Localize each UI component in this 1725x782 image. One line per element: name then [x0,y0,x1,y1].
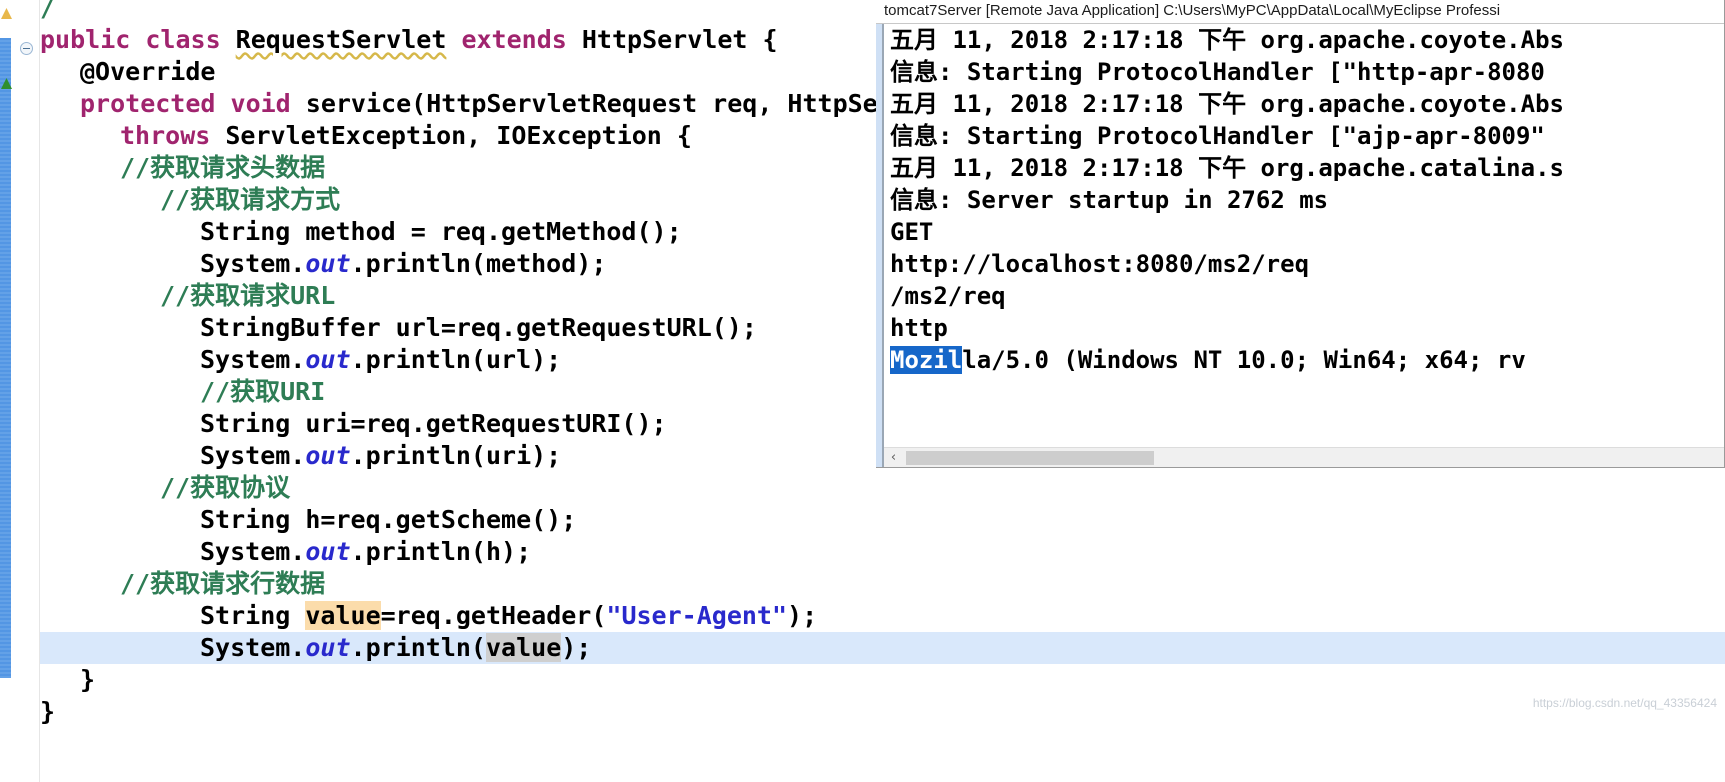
code-token: void [230,89,306,118]
console-line-text: 五月 11, 2018 2:17:18 下午 org.apache.coyote… [890,90,1564,118]
code-token: //获取URI [200,377,326,406]
code-token: String [200,601,306,630]
code-token: .println(h); [350,537,532,566]
console-line[interactable]: Mozilla/5.0 (Windows NT 10.0; Win64; x64… [890,344,1724,376]
console-line[interactable]: 信息: Server startup in 2762 ms [890,184,1724,216]
code-token: //获取请求URL [160,281,336,310]
watermark-text: https://blog.csdn.net/qq_43356424 [1532,696,1717,710]
code-token: out [305,345,351,374]
code-token: String h=req.getScheme(); [200,505,577,534]
code-token: System. [200,249,306,278]
code-token: ); [561,633,592,662]
code-token: .println(url); [350,345,562,374]
code-token: String uri=req.getRequestURI(); [200,409,667,438]
console-line-text: http://localhost:8080/ms2/req [890,250,1310,278]
code-token: //获取请求方式 [160,185,341,214]
code-line[interactable]: } [40,664,1725,696]
code-token: System. [200,633,306,662]
console-line[interactable]: 信息: Starting ProtocolHandler ["ajp-apr-8… [890,120,1724,152]
console-selected-text: Mozil [890,346,963,374]
console-line-text: la/5.0 (Windows NT 10.0; Win64; x64; rv [962,346,1526,374]
code-token: //获取请求头数据 [120,153,326,182]
console-line-text: http [890,314,948,342]
scroll-left-arrow-icon[interactable]: ‹ [887,451,900,465]
console-horizontal-scrollbar[interactable]: ‹ [884,447,1724,467]
code-line[interactable]: } [40,696,1725,728]
console-line[interactable]: /ms2/req [890,280,1724,312]
console-line[interactable]: 五月 11, 2018 2:17:18 下午 org.apache.coyote… [890,88,1724,120]
console-line[interactable]: http [890,312,1724,344]
code-token: public [40,25,146,54]
fold-collapse-toggle[interactable] [20,42,33,55]
console-line-text: /ms2/req [890,282,1006,310]
console-line-text: 信息: Server startup in 2762 ms [890,186,1329,214]
code-token: "User-Agent" [606,601,788,630]
code-token: System. [200,345,306,374]
code-token: @Override [80,57,216,86]
console-line[interactable]: 五月 11, 2018 2:17:18 下午 org.apache.catali… [890,152,1724,184]
selection-overview-marker[interactable] [0,38,11,678]
code-line[interactable]: System.out.println(value); [40,632,1725,664]
code-line[interactable]: //获取请求行数据 [40,568,1725,600]
code-token: / [40,0,56,22]
code-token: protected [80,89,231,118]
code-token: RequestServlet [235,25,447,54]
code-token: out [305,441,351,470]
console-line[interactable]: http://localhost:8080/ms2/req [890,248,1724,280]
code-token: System. [200,537,306,566]
folding-gutter[interactable] [13,0,40,782]
code-token: } [80,665,96,694]
code-line[interactable]: String h=req.getScheme(); [40,504,1725,536]
code-token: out [305,633,351,662]
code-token: System. [200,441,306,470]
console-line-text: GET [890,218,934,246]
code-token: StringBuffer url=req.getRequestURL(); [200,313,757,342]
code-token: ServletException, IOException { [225,121,692,150]
code-token: String method = req.getMethod(); [200,217,682,246]
code-line[interactable]: String value=req.getHeader("User-Agent")… [40,600,1725,632]
warning-marker-icon[interactable] [1,8,12,19]
annotation-ruler[interactable] [0,0,13,782]
console-line[interactable]: 信息: Starting ProtocolHandler ["http-apr-… [890,56,1724,88]
console-view[interactable]: tomcat7Server [Remote Java Application] … [876,0,1725,468]
code-token: =req.getHeader( [380,601,607,630]
code-token: //获取请求行数据 [120,569,326,598]
code-token: out [305,537,351,566]
console-title: tomcat7Server [Remote Java Application] … [884,2,1501,19]
code-line[interactable]: System.out.println(h); [40,536,1725,568]
code-token: extends [446,25,582,54]
code-token: HttpServlet { [581,25,778,54]
console-line-text: 五月 11, 2018 2:17:18 下午 org.apache.coyote… [890,26,1564,54]
code-token: value [305,601,381,630]
code-token: ); [787,601,818,630]
code-token: .println(method); [350,249,607,278]
code-token: out [305,249,351,278]
code-token: throws [120,121,226,150]
scrollbar-thumb[interactable] [906,451,1154,465]
console-line-text: 信息: Starting ProtocolHandler ["http-apr-… [890,58,1545,86]
code-token: //获取协议 [160,473,291,502]
console-line-text: 五月 11, 2018 2:17:18 下午 org.apache.catali… [890,154,1564,182]
code-token: .println(uri); [350,441,562,470]
code-token: .println( [350,633,486,662]
console-line[interactable]: GET [890,216,1724,248]
console-titlebar: tomcat7Server [Remote Java Application] … [876,0,1724,24]
code-token: } [40,697,56,726]
console-output[interactable]: 五月 11, 2018 2:17:18 下午 org.apache.coyote… [884,24,1724,444]
code-token: value [485,633,562,662]
code-token: class [145,25,236,54]
console-line[interactable]: 五月 11, 2018 2:17:18 下午 org.apache.coyote… [890,24,1724,56]
console-line-text: 信息: Starting ProtocolHandler ["ajp-apr-8… [890,122,1545,150]
code-line[interactable]: //获取协议 [40,472,1725,504]
